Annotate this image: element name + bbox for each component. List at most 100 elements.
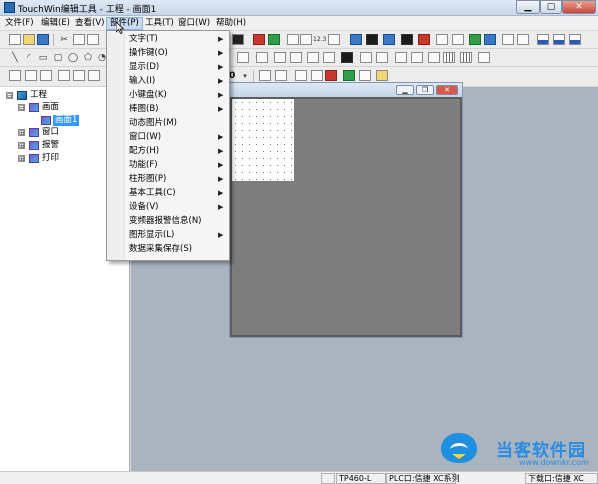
tree-expand-icon[interactable]: ⊞ bbox=[18, 142, 25, 150]
menu-file[interactable]: 文件(F) bbox=[2, 17, 37, 30]
editor-restore-button[interactable]: ❐ bbox=[416, 85, 434, 95]
slider-icon[interactable] bbox=[360, 52, 372, 63]
printer-icon[interactable] bbox=[366, 34, 378, 45]
input-box-icon[interactable] bbox=[328, 34, 340, 45]
rounded-rectangle-icon[interactable]: ▢ bbox=[52, 52, 64, 64]
number-display-icon[interactable]: 12.3 bbox=[313, 34, 326, 46]
menu-item-text[interactable]: 文字(T) ▶ bbox=[109, 32, 227, 46]
keypad-icon[interactable] bbox=[383, 34, 395, 45]
menu-item-data-logging[interactable]: 数据采集保存(S) bbox=[109, 242, 227, 256]
arc-icon[interactable]: ◜ bbox=[23, 52, 35, 64]
text-icon[interactable] bbox=[287, 34, 299, 45]
line-icon[interactable]: ╲ bbox=[9, 52, 21, 64]
tree-node-windows[interactable]: 窗口 bbox=[42, 127, 59, 138]
menu-item-bar-graph[interactable]: 棒图(B) ▶ bbox=[109, 102, 227, 116]
download-icon[interactable] bbox=[359, 70, 371, 81]
close-button[interactable]: ✕ bbox=[562, 0, 596, 14]
menu-item-device[interactable]: 设备(V) ▶ bbox=[109, 200, 227, 214]
minimize-button[interactable]: ▁ bbox=[516, 0, 540, 14]
editor-minimize-button[interactable]: ▁ bbox=[396, 85, 414, 95]
tree-node-print[interactable]: 打印 bbox=[42, 153, 59, 164]
align-left-icon[interactable] bbox=[9, 70, 21, 81]
copy-icon[interactable] bbox=[73, 34, 85, 45]
menu-parts[interactable]: 部件(P) bbox=[106, 17, 143, 30]
upload-icon[interactable] bbox=[376, 70, 388, 81]
new-file-icon[interactable] bbox=[9, 34, 21, 45]
device-icon[interactable] bbox=[401, 34, 413, 45]
color-picker-icon[interactable] bbox=[275, 70, 287, 81]
menu-item-inverter-alarm[interactable]: 变频器报警信息(N) bbox=[109, 214, 227, 228]
tree-node-screen1[interactable]: 画面1 bbox=[53, 115, 80, 126]
hmi-screen-area[interactable] bbox=[232, 99, 294, 181]
menu-item-basic-tools[interactable]: 基本工具(C) ▶ bbox=[109, 186, 227, 200]
meter-icon[interactable] bbox=[517, 34, 529, 45]
align-right-icon[interactable] bbox=[40, 70, 52, 81]
step-icon[interactable] bbox=[502, 34, 514, 45]
menu-item-input[interactable]: 输入(I) ▶ bbox=[109, 74, 227, 88]
editor-canvas[interactable] bbox=[230, 97, 462, 337]
menu-item-keypad[interactable]: 小键盘(K) ▶ bbox=[109, 88, 227, 102]
tree-collapse-icon[interactable]: ⊟ bbox=[18, 104, 25, 112]
tree-expand-icon[interactable]: ⊞ bbox=[18, 155, 25, 163]
eraser-icon[interactable] bbox=[418, 34, 430, 45]
menu-item-display[interactable]: 显示(D) ▶ bbox=[109, 60, 227, 74]
layer-icon[interactable] bbox=[311, 70, 323, 81]
table-icon[interactable] bbox=[428, 52, 440, 63]
menu-tools[interactable]: 工具(T) bbox=[142, 17, 177, 30]
recipe-icon[interactable] bbox=[307, 52, 319, 63]
align-middle-icon[interactable] bbox=[73, 70, 85, 81]
menu-item-operation-key[interactable]: 操作键(O) ▶ bbox=[109, 46, 227, 60]
graph-icon[interactable] bbox=[323, 52, 335, 63]
bitmap-icon[interactable] bbox=[274, 52, 286, 63]
menu-help[interactable]: 帮助(H) bbox=[213, 17, 249, 30]
menu-item-graph-display[interactable]: 图形显示(L) ▶ bbox=[109, 228, 227, 242]
tree-node-screens[interactable]: 画面 bbox=[42, 102, 59, 113]
ellipse-icon[interactable]: ◯ bbox=[67, 52, 79, 64]
save-icon[interactable] bbox=[37, 34, 49, 45]
tree-node-alarms[interactable]: 报警 bbox=[42, 140, 59, 151]
polygon-icon[interactable]: ⬠ bbox=[82, 52, 94, 64]
report-icon[interactable] bbox=[478, 52, 490, 63]
tree-collapse-icon[interactable]: ⊟ bbox=[6, 92, 13, 100]
bar-chart-icon[interactable] bbox=[537, 34, 549, 45]
open-folder-icon[interactable] bbox=[23, 34, 35, 45]
list-icon[interactable] bbox=[376, 52, 388, 63]
run-icon[interactable] bbox=[343, 70, 355, 81]
editor-title-bar[interactable]: ▁ ❐ ✕ bbox=[230, 83, 462, 97]
screen-editor-window[interactable]: ▁ ❐ ✕ bbox=[229, 82, 463, 338]
window-frame-icon[interactable] bbox=[436, 34, 448, 45]
menu-item-dynamic-picture[interactable]: 动态图片(M) bbox=[109, 116, 227, 130]
maximize-button[interactable]: ▢ bbox=[540, 0, 562, 14]
align-bottom-icon[interactable] bbox=[88, 70, 100, 81]
dotted-grid-icon[interactable] bbox=[237, 52, 249, 63]
alarm-display-icon[interactable] bbox=[253, 34, 265, 45]
display-icon[interactable] bbox=[232, 34, 244, 45]
data-grid-icon[interactable] bbox=[443, 52, 455, 63]
dropdown-arrow-icon[interactable]: ▾ bbox=[239, 70, 251, 82]
globe-icon[interactable] bbox=[469, 34, 481, 45]
window-group-icon[interactable] bbox=[295, 70, 307, 81]
switch-icon[interactable] bbox=[256, 52, 268, 63]
align-top-icon[interactable] bbox=[58, 70, 70, 81]
menu-window[interactable]: 窗口(W) bbox=[175, 17, 213, 30]
grid-icon[interactable] bbox=[460, 52, 472, 63]
string-icon[interactable] bbox=[290, 52, 302, 63]
trend-chart-icon[interactable] bbox=[395, 52, 407, 63]
menu-view[interactable]: 查看(V) bbox=[72, 17, 107, 30]
tree-node-project[interactable]: 工程 bbox=[30, 90, 47, 101]
menu-item-window[interactable]: 窗口(W) ▶ bbox=[109, 130, 227, 144]
cut-icon[interactable]: ✂ bbox=[58, 34, 70, 46]
device-setting-icon[interactable] bbox=[341, 52, 353, 63]
monitor-icon[interactable] bbox=[350, 34, 362, 45]
menu-item-function[interactable]: 功能(F) ▶ bbox=[109, 158, 227, 172]
snap-icon[interactable] bbox=[259, 70, 271, 81]
data-display-icon[interactable] bbox=[300, 34, 312, 45]
rectangle-icon[interactable]: ▭ bbox=[37, 52, 49, 64]
histogram-icon[interactable] bbox=[569, 34, 581, 45]
editor-close-button[interactable]: ✕ bbox=[436, 85, 458, 95]
delete-icon[interactable] bbox=[325, 70, 337, 81]
column-chart-icon[interactable] bbox=[553, 34, 565, 45]
xy-chart-icon[interactable] bbox=[411, 52, 423, 63]
paste-icon[interactable] bbox=[87, 34, 99, 45]
menu-item-column-chart[interactable]: 柱形图(P) ▶ bbox=[109, 172, 227, 186]
